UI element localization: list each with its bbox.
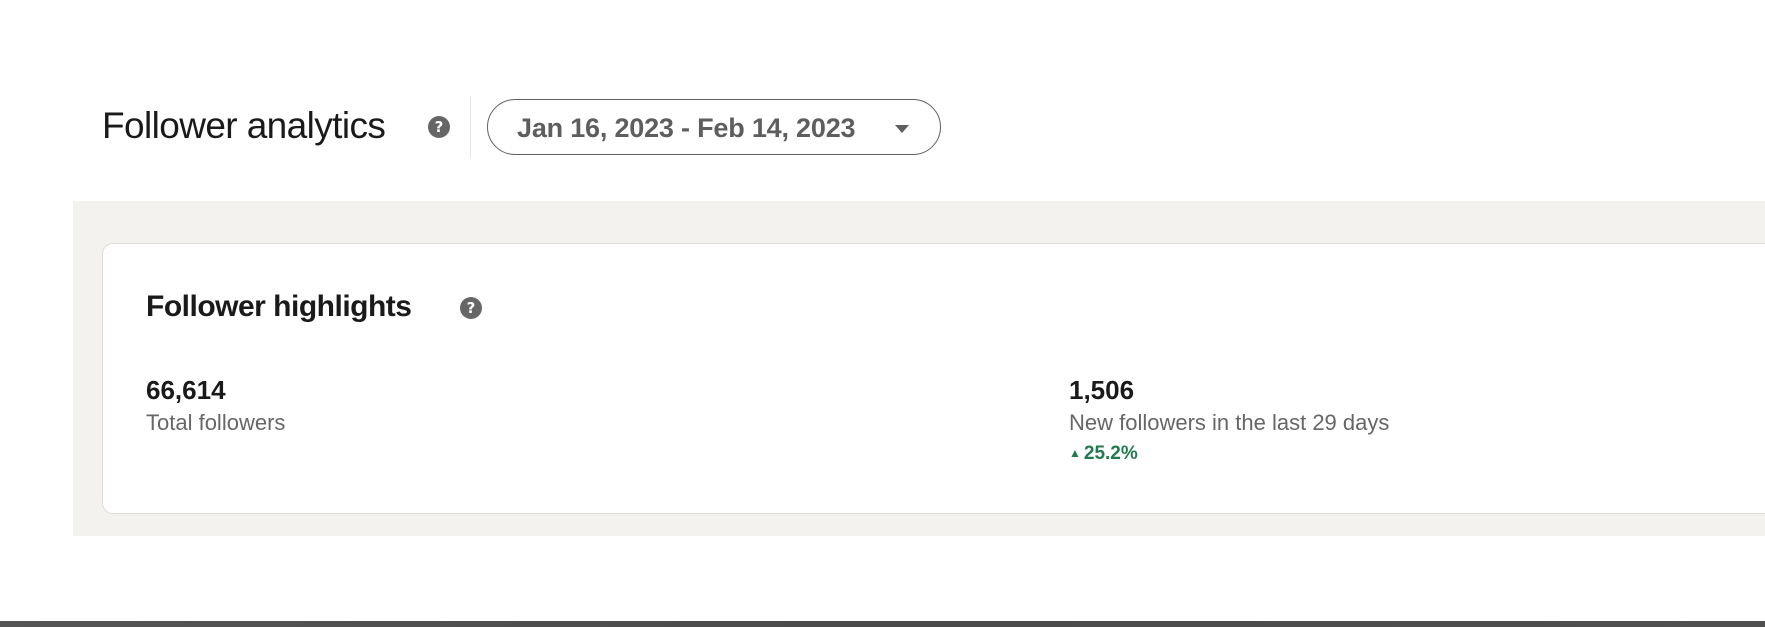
card-title: Follower highlights — [146, 290, 412, 323]
caret-down-icon — [895, 125, 909, 133]
analytics-header: Follower analytics ? Jan 16, 2023 - Feb … — [0, 0, 1765, 200]
date-range-dropdown[interactable]: Jan 16, 2023 - Feb 14, 2023 — [487, 99, 941, 155]
stat-value: 1,506 — [1069, 375, 1135, 405]
stat-total-followers: 66,614 Total followers — [146, 375, 285, 436]
stat-change-value: 25.2% — [1083, 443, 1138, 464]
window-bottom-edge — [0, 621, 1765, 627]
help-icon[interactable]: ? — [428, 116, 450, 138]
header-divider — [470, 96, 471, 158]
help-icon[interactable]: ? — [460, 297, 482, 319]
content-panel: Follower highlights ? 66,614 Total follo… — [73, 201, 1765, 536]
stat-label: Total followers — [146, 410, 286, 435]
stat-value: 66,614 — [146, 375, 226, 405]
stat-new-followers: 1,506 New followers in the last 29 days … — [1069, 375, 1389, 465]
stat-label: New followers in the last 29 days — [1069, 410, 1390, 435]
stat-change-badge: ▲ 25.2% — [1069, 442, 1389, 465]
page-title: Follower analytics — [102, 105, 386, 146]
arrow-up-icon: ▲ — [1069, 446, 1081, 460]
date-range-label: Jan 16, 2023 - Feb 14, 2023 — [517, 113, 856, 143]
follower-highlights-card: Follower highlights ? 66,614 Total follo… — [102, 243, 1765, 514]
